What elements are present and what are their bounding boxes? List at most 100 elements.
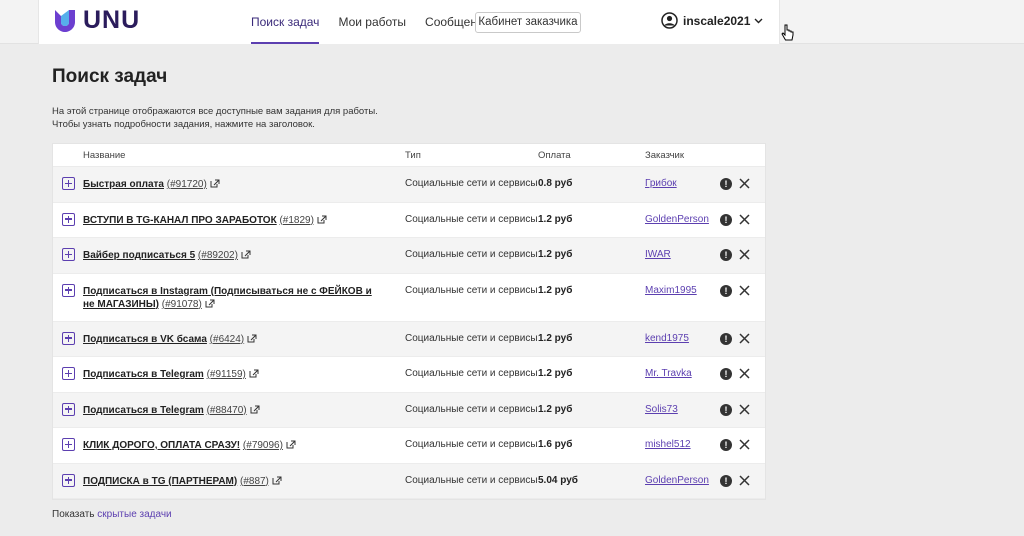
customer-link[interactable]: Грибок	[645, 178, 677, 189]
task-title-link[interactable]: ВСТУПИ В TG-КАНАЛ ПРО ЗАРАБОТОК	[83, 215, 277, 226]
description-line-1: На этой странице отображаются все доступ…	[52, 106, 378, 117]
external-link-icon[interactable]	[250, 405, 260, 414]
expand-icon[interactable]	[62, 331, 75, 345]
close-icon[interactable]	[739, 213, 750, 225]
close-icon[interactable]	[739, 368, 750, 379]
task-type: Социальные сети и сервисы	[405, 332, 538, 344]
page-description: На этой странице отображаются все доступ…	[52, 105, 766, 131]
external-link-icon[interactable]	[286, 440, 296, 449]
customer-cabinet-button[interactable]: Кабинет заказчика	[475, 12, 581, 33]
task-title-link[interactable]: Вайбер подписаться 5	[83, 250, 195, 261]
top-bar: UNU Поиск задач Мои работы Сообщения Каб…	[0, 0, 1024, 44]
customer-link[interactable]: GoldenPerson	[645, 475, 709, 486]
task-title-link[interactable]: Подписаться в VK бсама	[83, 334, 207, 345]
task-id: (#1829)	[279, 214, 314, 226]
tasks-table: Название Тип Оплата Заказчик Быстрая опл…	[52, 143, 766, 500]
task-type: Социальные сети и сервисы	[405, 213, 538, 225]
customer-link[interactable]: GoldenPerson	[645, 214, 709, 225]
nav-item-my-works[interactable]: Мои работы	[338, 0, 406, 44]
table-row: КЛИК ДОРОГО, ОПЛАТА СРАЗУ! (#79096) Социа…	[53, 428, 765, 464]
report-icon[interactable]: !	[720, 368, 732, 380]
main-nav: Поиск задач Мои работы Сообщения	[251, 0, 509, 44]
task-title-link[interactable]: Подписаться в Telegram	[83, 369, 204, 380]
task-id: (#79096)	[242, 440, 283, 451]
external-link-icon[interactable]	[247, 334, 257, 343]
task-id: (#887)	[239, 475, 269, 487]
report-icon[interactable]: !	[720, 249, 732, 261]
expand-icon[interactable]	[62, 367, 75, 380]
task-payment: 1.6 руб	[538, 439, 573, 450]
task-payment: 1.2 руб	[538, 249, 573, 260]
task-name-cell: Подписаться в Instagram (Подписываться н…	[83, 285, 383, 311]
external-link-icon[interactable]	[241, 250, 251, 259]
task-title-link[interactable]: Подписаться в Telegram	[83, 405, 204, 416]
task-type: Социальные сети и сервисы	[405, 439, 538, 450]
header-name: Название	[83, 149, 126, 161]
content-header: Поиск задач На этой странице отображаютс…	[52, 66, 766, 131]
close-icon[interactable]	[739, 332, 750, 344]
task-title-link[interactable]: ПОДПИСКА в TG (ПАРТНЕРАМ)	[83, 476, 237, 487]
report-icon[interactable]: !	[720, 284, 732, 297]
expand-icon[interactable]	[62, 283, 75, 297]
external-link-icon[interactable]	[272, 476, 282, 485]
hidden-tasks-link[interactable]: скрытые задачи	[97, 509, 171, 520]
task-type: Социальные сети и сервисы	[405, 403, 538, 415]
task-id: (#91720)	[166, 179, 207, 190]
task-name-cell: Подписаться в VK бсама (#6424)	[83, 333, 383, 346]
task-payment: 0.8 руб	[538, 178, 573, 189]
customer-link[interactable]: Solis73	[645, 404, 678, 415]
close-icon[interactable]	[739, 178, 750, 189]
report-icon[interactable]: !	[720, 474, 732, 487]
close-icon[interactable]	[739, 284, 750, 296]
table-row: Подписаться в VK бсама (#6424) Социальные…	[53, 321, 765, 357]
expand-icon[interactable]	[62, 473, 75, 487]
customer-link[interactable]: kend1975	[645, 333, 689, 344]
report-icon[interactable]: !	[720, 332, 732, 345]
expand-icon[interactable]	[62, 438, 75, 451]
table-row: Подписаться в Telegram (#88470) Социальны…	[53, 392, 765, 428]
logo[interactable]: UNU	[53, 6, 140, 35]
customer-link[interactable]: Maxim1995	[645, 285, 697, 296]
external-link-icon[interactable]	[317, 215, 327, 224]
expand-icon[interactable]	[62, 402, 75, 416]
customer-link[interactable]: mishel512	[645, 439, 691, 450]
task-type: Социальные сети и сервисы	[405, 474, 538, 486]
task-name-cell: ПОДПИСКА в TG (ПАРТНЕРАМ) (#887)	[83, 475, 383, 488]
task-id: (#88470)	[206, 404, 247, 416]
external-link-icon[interactable]	[210, 179, 220, 188]
report-icon[interactable]: !	[720, 403, 732, 416]
task-type: Социальные сети и сервисы	[405, 368, 538, 379]
table-row: Вайбер подписаться 5 (#89202) Социальные …	[53, 238, 765, 274]
external-link-icon[interactable]	[205, 299, 215, 308]
expand-icon[interactable]	[62, 248, 75, 261]
task-payment: 5.04 руб	[538, 474, 578, 486]
task-title-link[interactable]: Подписаться в Instagram (Подписываться н…	[83, 286, 372, 310]
table-body: Быстрая оплата (#91720) Социальные сети и…	[53, 167, 765, 499]
table-row: Подписаться в Instagram (Подписываться н…	[53, 274, 765, 322]
table-row: Подписаться в Telegram (#91159) Социальны…	[53, 357, 765, 393]
user-menu[interactable]: inscale2021	[661, 12, 763, 29]
task-payment: 1.2 руб	[538, 332, 573, 344]
expand-icon[interactable]	[62, 177, 75, 190]
close-icon[interactable]	[739, 439, 750, 450]
customer-link[interactable]: Mr. Travka	[645, 368, 692, 379]
table-row: ВСТУПИ В TG-КАНАЛ ПРО ЗАРАБОТОК (#1829) С…	[53, 203, 765, 238]
user-name: inscale2021	[683, 13, 751, 28]
task-id: (#6424)	[209, 333, 245, 345]
task-name-cell: Быстрая оплата (#91720)	[83, 178, 383, 191]
report-icon[interactable]: !	[720, 213, 732, 226]
report-icon[interactable]: !	[720, 178, 732, 190]
task-id: (#91159)	[206, 369, 246, 380]
expand-icon[interactable]	[62, 212, 75, 226]
close-icon[interactable]	[739, 403, 750, 415]
chevron-down-icon[interactable]	[754, 18, 763, 24]
report-icon[interactable]: !	[720, 439, 732, 451]
customer-link[interactable]: IWAR	[645, 249, 671, 260]
show-hidden-tasks: Показать скрытые задачи	[52, 509, 172, 520]
close-icon[interactable]	[739, 249, 750, 260]
close-icon[interactable]	[739, 474, 750, 486]
task-title-link[interactable]: КЛИК ДОРОГО, ОПЛАТА СРАЗУ!	[83, 440, 240, 451]
nav-item-search-tasks[interactable]: Поиск задач	[251, 0, 320, 44]
external-link-icon[interactable]	[249, 369, 259, 378]
task-title-link[interactable]: Быстрая оплата	[83, 179, 164, 190]
